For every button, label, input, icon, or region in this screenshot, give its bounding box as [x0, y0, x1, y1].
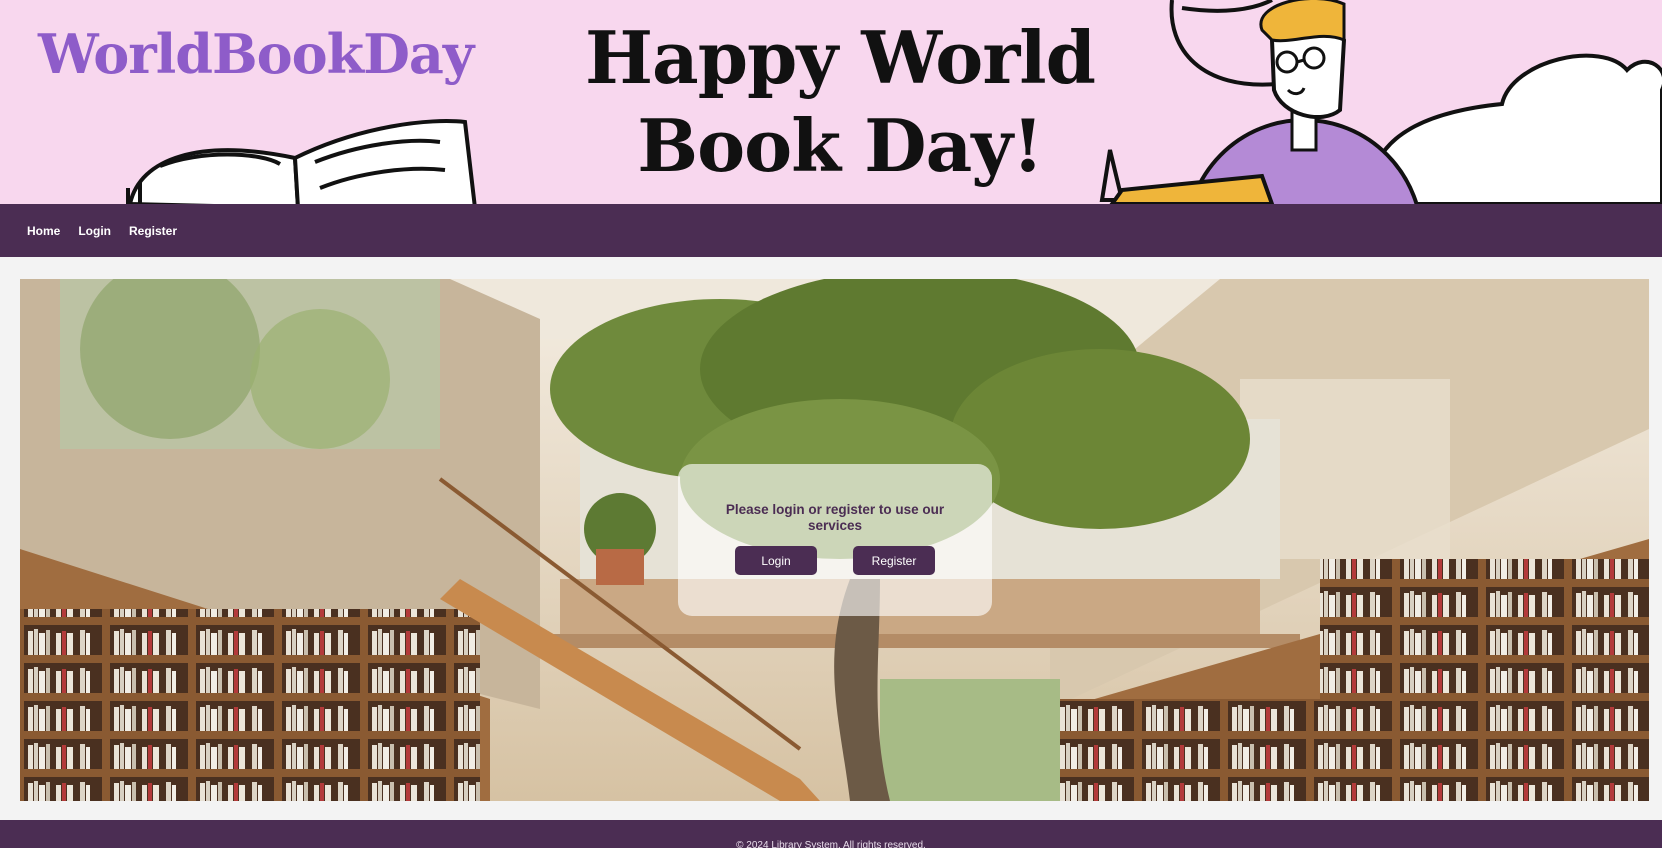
auth-card: Please login or register to use our serv…	[678, 464, 992, 616]
headline-line-2: Book Day!	[637, 103, 1043, 188]
page-headline: Happy World Book Day!	[560, 14, 1120, 190]
register-button[interactable]: Register	[853, 546, 935, 575]
login-button[interactable]: Login	[735, 546, 817, 575]
footer: © 2024 Library System. All rights reserv…	[0, 820, 1662, 848]
nav-login-link[interactable]: Login	[78, 224, 111, 238]
banner: WorldBookDay Happy World Book Day!	[0, 0, 1662, 204]
brand-logo: WorldBookDay	[38, 22, 474, 86]
reader-illustration	[1099, 0, 1662, 204]
nav-register-link[interactable]: Register	[129, 224, 177, 238]
auth-buttons: Login Register	[678, 546, 992, 575]
footer-copyright: © 2024 Library System. All rights reserv…	[736, 840, 926, 848]
headline-line-1: Happy World	[585, 15, 1096, 100]
main-nav: Home Login Register	[0, 204, 1662, 257]
auth-prompt-message: Please login or register to use our serv…	[725, 502, 945, 533]
nav-home-link[interactable]: Home	[27, 224, 60, 238]
open-book-illustration	[126, 119, 477, 204]
